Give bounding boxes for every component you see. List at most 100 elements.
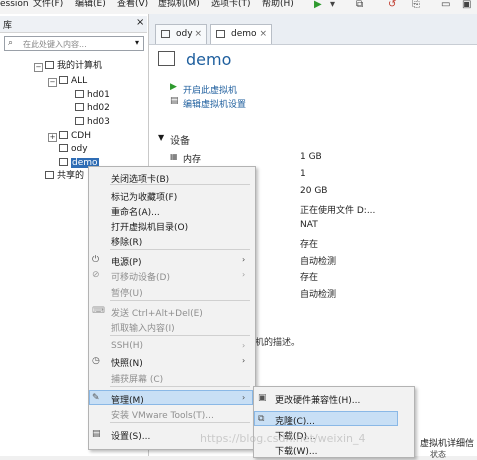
menu-item-grab-input[interactable]: 抓取输入内容(I) [111,321,175,334]
keyboard-icon: ⌨ [92,306,105,316]
settings-icon: ▤ [92,429,101,439]
menu-item-pause[interactable]: 暂停(U) [111,286,143,299]
edit-icon: ▤ [170,96,179,106]
device-value: 正在使用文件 D:... [300,206,376,216]
submenu-arrow-icon: › [242,341,246,350]
device-value: 1 GB [300,152,322,162]
device-value: 存在 [300,273,319,283]
watermark: https://blog.csdn.net/weixin_4 [200,432,366,445]
menu-item-removable[interactable]: 可移动设备(D) [111,270,170,283]
tab-ody[interactable]: ody × [155,24,207,44]
menu-separator [110,335,250,336]
close-icon[interactable]: × [194,25,202,43]
menu-view[interactable]: 查看(V) [117,0,148,9]
tree-folder-all[interactable]: ALL [59,75,87,88]
menu-item-favorite[interactable]: 标记为收藏项(F) [111,190,177,203]
device-value: 自动检测 [300,290,337,300]
vm-icon [59,158,68,166]
menu-separator [110,249,250,250]
menu-separator [110,386,250,387]
revert-icon[interactable]: ↺ [388,0,396,10]
device-value: 1 [300,169,306,179]
menu-file[interactable]: 文件(F) [33,0,63,9]
play-icon: ▶ [170,82,177,92]
search-input[interactable]: 在此处键入内容... [23,39,87,50]
menu-help[interactable]: 帮助(H) [262,0,294,9]
vm-icon [59,144,68,152]
edit-settings-link[interactable]: 编辑虚拟机设置 [183,97,246,110]
menu-item-settings[interactable]: 设置(S)... [111,429,150,442]
snapshot-icon[interactable]: ⧉ [356,0,363,10]
vm-icon [161,30,170,38]
menu-tabs[interactable]: 选项卡(T) [211,0,251,9]
chevron-down-icon[interactable]: ▾ [135,38,139,47]
vm-icon [75,103,84,111]
collapse-icon[interactable]: − [48,78,57,87]
menu-item-ssh[interactable]: SSH(H) [111,341,143,351]
tab-demo[interactable]: demo × [210,24,272,44]
device-label-memory: 内存 [183,155,202,165]
menu-separator [110,300,250,301]
vm-icon [158,51,175,66]
menu-vm[interactable]: 虚拟机(M) [158,0,200,9]
submenu-arrow-icon: › [242,393,246,402]
submenu-item-clone[interactable]: 克隆(C)... [275,414,315,427]
fullscreen-icon[interactable]: ▭ [441,0,450,10]
menu-item-snapshot[interactable]: 快照(N) [111,356,143,369]
close-icon[interactable]: × [259,25,267,43]
menu-item-install-tools[interactable]: 安装 VMware Tools(T)... [111,408,214,421]
menu-edit[interactable]: 编辑(E) [75,0,106,9]
tree-my-computer[interactable]: 我的计算机 [45,60,102,73]
expand-icon[interactable]: + [48,133,57,142]
menu-item-rename[interactable]: 重命名(A)... [111,205,160,218]
folder-icon [59,76,68,84]
power-on-link[interactable]: 开启此虚拟机 [183,83,237,96]
play-icon[interactable]: ▶ [314,0,322,10]
unity-icon[interactable]: ▣ [462,0,471,10]
menu-item-power[interactable]: 电源(P) [111,255,141,268]
device-value: 存在 [300,240,319,250]
computer-icon [45,61,54,69]
menu-separator [110,184,250,185]
tree-shared[interactable]: 共享的 [45,170,84,183]
library-close-icon[interactable]: × [136,17,144,28]
removable-icon: ⊘ [92,270,100,280]
hardware-icon: ▣ [258,393,267,403]
wrench-icon: ✎ [92,393,100,403]
menu-item-open-dir[interactable]: 打开虚拟机目录(O) [111,220,188,233]
library-title: 库 [3,21,13,31]
menu-session[interactable]: ession [0,0,29,9]
folder-icon [59,131,68,139]
submenu-item-hardware[interactable]: 更改硬件兼容性(H)... [275,393,360,406]
device-value: NAT [300,220,318,230]
menu-bar: ession 文件(F) 编辑(E) 查看(V) 虚拟机(M) 选项卡(T) 帮… [0,0,477,14]
clone-icon: ⧉ [258,414,265,424]
tree-vm-hd03[interactable]: hd03 [75,116,110,129]
search-icon: ⌕ [8,38,14,48]
snapshot-manager-icon[interactable]: ⎘ [412,0,420,10]
tree-folder-cdh[interactable]: CDH [59,130,91,143]
menu-item-ctrl-alt-del[interactable]: 发送 Ctrl+Alt+Del(E) [111,306,203,319]
submenu-arrow-icon: › [242,270,246,279]
submenu-arrow-icon: › [242,255,246,264]
collapse-icon[interactable]: − [34,63,43,72]
menu-item-remove[interactable]: 移除(R) [111,235,142,248]
menu-item-capture-screen[interactable]: 捕获屏幕 (C) [111,372,163,385]
tree-vm-hd02[interactable]: hd02 [75,102,110,115]
chevron-down-icon[interactable]: ▾ [330,0,335,10]
power-icon: ⏻ [92,255,100,265]
library-search[interactable]: ⌕ 在此处键入内容... ▾ [4,36,144,51]
vm-status-label: 状态 [430,450,446,459]
submenu-item-download-w[interactable]: 下载(W)... [275,444,318,457]
vm-icon [75,90,84,98]
tree-vm-ody[interactable]: ody [59,143,88,156]
tree-vm-hd01[interactable]: hd01 [75,89,110,102]
menu-separator [110,422,250,423]
vm-icon [216,30,225,38]
shared-icon [45,171,54,179]
snapshot-icon: ◷ [92,356,100,366]
memory-icon: ▦ [170,152,178,161]
menu-item-manage[interactable]: 管理(M) [111,393,144,406]
submenu-arrow-icon: › [242,356,246,365]
chevron-down-icon[interactable]: ▼ [158,133,164,142]
